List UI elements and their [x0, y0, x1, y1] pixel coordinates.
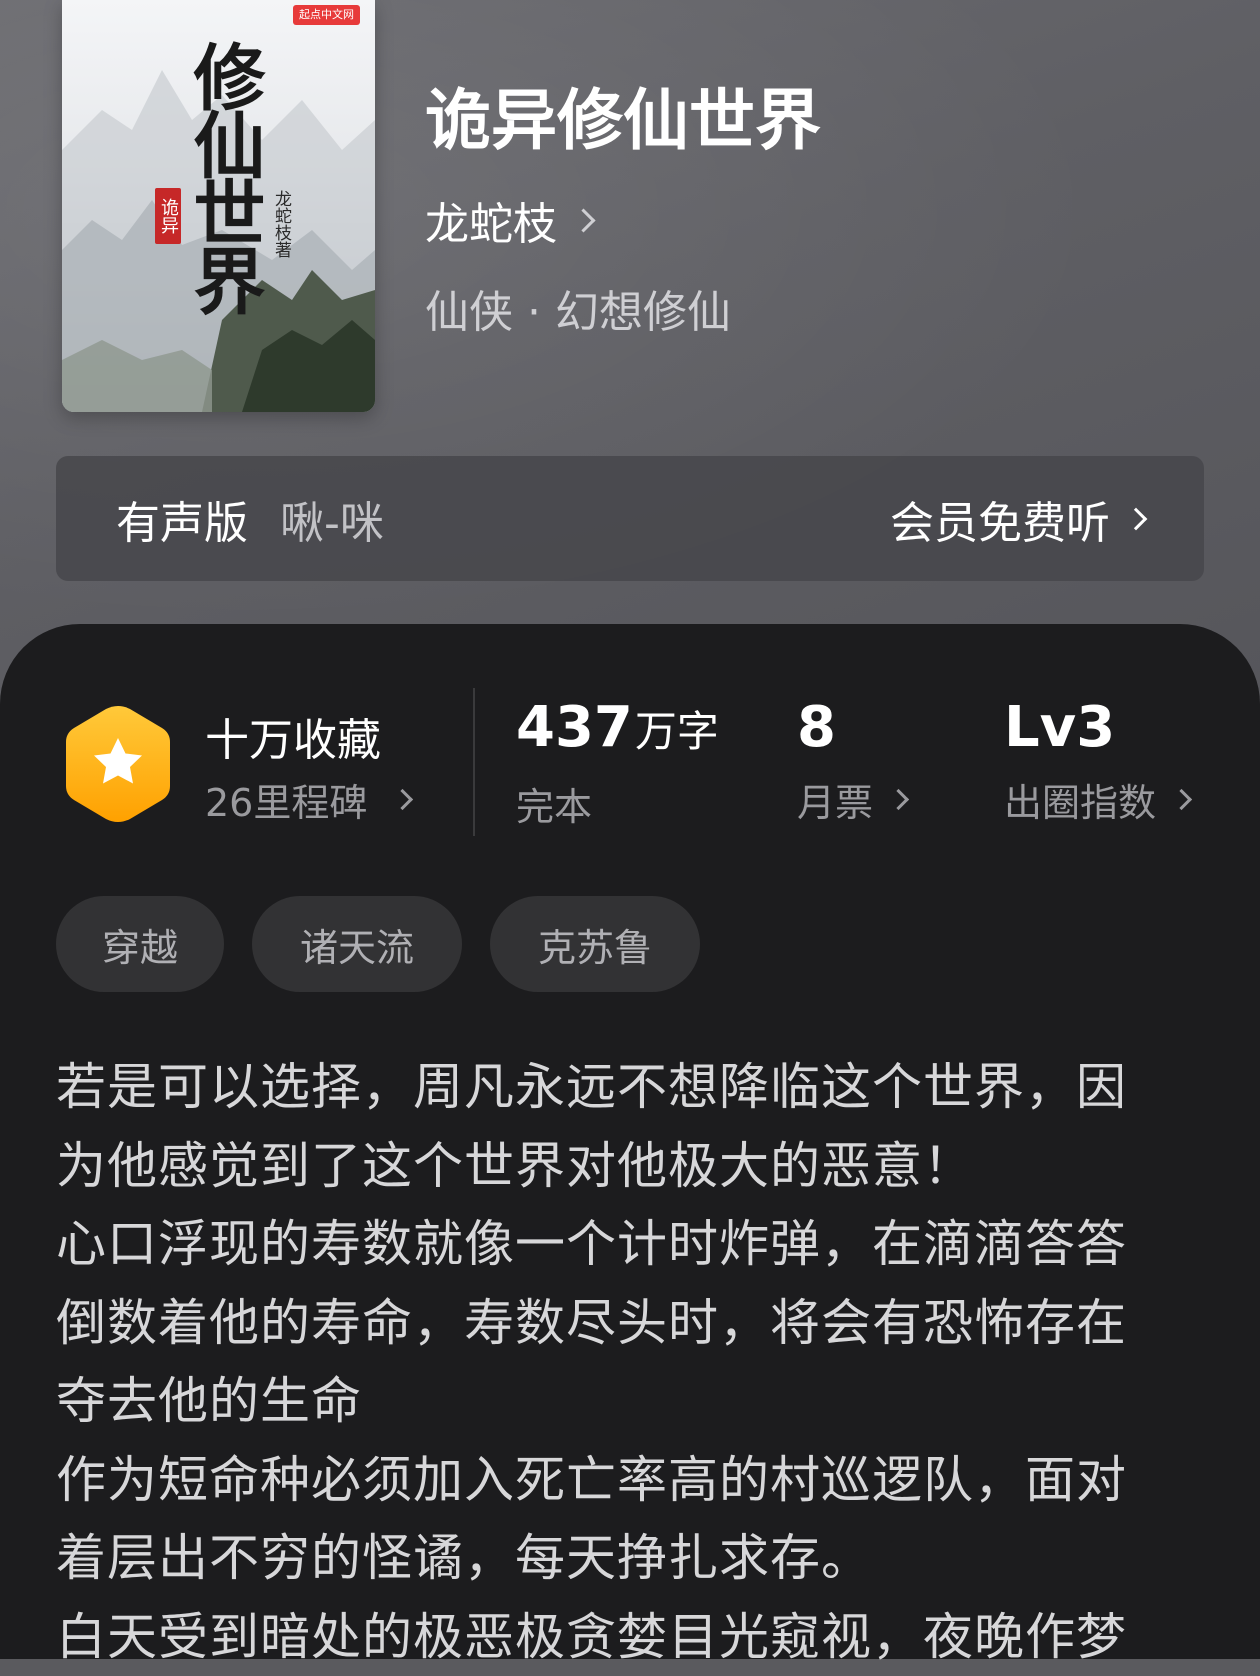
influence-index-label: 出圈指数: [1004, 772, 1156, 827]
tag-list: 穿越 诸天流 克苏鲁: [56, 896, 728, 992]
completion-status: 完本: [516, 776, 592, 831]
audio-narrator: 啾-咪: [280, 487, 384, 551]
synopsis-line: 若是可以选择，周凡永远不想降临这个世界，因: [56, 1048, 1206, 1127]
book-synopsis[interactable]: 若是可以选择，周凡永远不想降临这个世界，因 为他感觉到了这个世界对他极大的恶意！…: [56, 1048, 1206, 1676]
chevron-right-icon: [571, 208, 595, 232]
synopsis-line: 白天受到暗处的极恶极贪婪目光窥视，夜晚作梦: [56, 1598, 1206, 1676]
publisher-badge: 起点中文网: [293, 5, 360, 25]
tag-chip[interactable]: 克苏鲁: [490, 896, 700, 992]
chevron-right-icon: [1125, 507, 1148, 530]
influence-index-value: Lv3: [1004, 696, 1189, 760]
milestones-link[interactable]: 26里程碑: [205, 772, 410, 827]
cover-author-signature: 龙蛇枝著: [269, 190, 294, 258]
author-name: 龙蛇枝: [425, 188, 557, 252]
synopsis-line: 夺去他的生命: [56, 1362, 1206, 1441]
word-count-unit: 万字: [635, 707, 719, 756]
member-free-listen-button[interactable]: 会员免费听: [890, 487, 1144, 551]
synopsis-line: 心口浮现的寿数就像一个计时炸弹，在滴滴答答: [56, 1205, 1206, 1284]
chevron-right-icon: [1171, 789, 1192, 810]
favorites-count: 十万收藏: [205, 704, 381, 768]
author-link[interactable]: 龙蛇枝: [425, 192, 592, 248]
synopsis-line: 作为短命种必须加入死亡率高的村巡逻队，面对: [56, 1441, 1206, 1520]
synopsis-line: 为他感觉到了这个世界对他极大的恶意！: [56, 1127, 1206, 1206]
tag-chip[interactable]: 穿越: [56, 896, 224, 992]
chevron-right-icon: [392, 789, 413, 810]
audio-version-bar[interactable]: 有声版 啾-咪 会员免费听: [56, 456, 1204, 581]
monthly-tickets-value: 8: [797, 696, 906, 760]
cover-title-calligraphy: 修仙世界: [180, 40, 262, 312]
tag-chip[interactable]: 诸天流: [252, 896, 462, 992]
book-detail-panel: 十万收藏 26里程碑 437万字 完本 8 月票 Lv3 出圈指数: [0, 624, 1260, 1659]
audio-version-label: 有声版: [116, 487, 248, 551]
stats-row: 十万收藏 26里程碑 437万字 完本 8 月票 Lv3 出圈指数: [0, 624, 1260, 844]
word-count-stat: 437万字 完本: [516, 696, 719, 831]
cover-red-seal: 诡异: [155, 188, 181, 244]
book-genre: 仙侠 · 幻想修仙: [425, 276, 731, 340]
star-badge-icon[interactable]: [62, 702, 174, 826]
milestones-label: 26里程碑: [205, 772, 367, 827]
chevron-right-icon: [888, 789, 909, 810]
member-free-listen-label: 会员免费听: [890, 487, 1110, 551]
synopsis-line: 倒数着他的寿命，寿数尽头时，将会有恐怖存在: [56, 1284, 1206, 1363]
stats-divider: [473, 688, 475, 836]
word-count-value: 437: [516, 695, 633, 760]
synopsis-line: 着层出不穷的怪谲，每天挣扎求存。: [56, 1519, 1206, 1598]
monthly-tickets-label: 月票: [797, 772, 873, 827]
book-title: 诡异修仙世界: [425, 80, 821, 160]
influence-index-stat[interactable]: Lv3 出圈指数: [1004, 696, 1189, 827]
monthly-tickets-stat[interactable]: 8 月票: [797, 696, 906, 827]
book-cover-image[interactable]: 起点中文网 修仙世界 诡异 龙蛇枝著: [62, 0, 375, 412]
